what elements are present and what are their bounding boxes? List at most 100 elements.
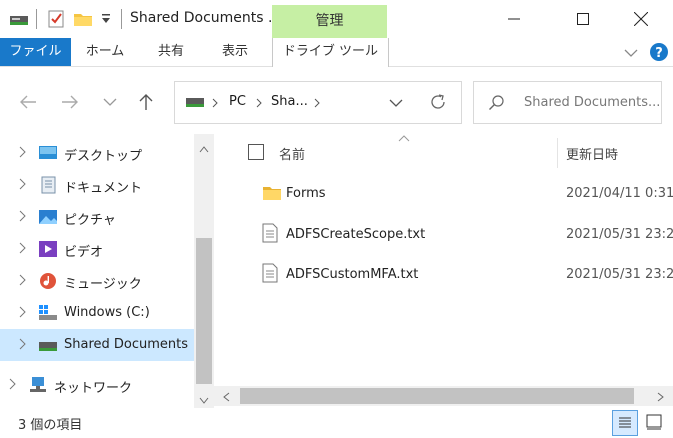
chevron-right-icon[interactable] xyxy=(18,178,26,193)
horizontal-scroll-thumb[interactable] xyxy=(240,388,634,404)
sidebar-item-label: Shared Documents xyxy=(64,337,189,352)
search-icon xyxy=(488,94,506,115)
network-icon xyxy=(28,376,48,394)
tab-view[interactable]: 表示 xyxy=(212,38,258,66)
window-title: Shared Documents ... xyxy=(130,10,282,26)
chevron-right-icon[interactable] xyxy=(18,274,26,289)
sidebar-item-label: ビデオ xyxy=(64,245,104,260)
sidebar-item-documents[interactable]: ドキュメント xyxy=(0,169,194,201)
title-separator xyxy=(36,9,37,29)
scroll-right-icon[interactable] xyxy=(657,391,665,405)
desktop-icon xyxy=(38,144,58,162)
search-placeholder: Shared Documents... xyxy=(524,95,661,110)
address-bar[interactable]: PC Sha... xyxy=(174,81,462,124)
breadcrumb-pc[interactable]: PC xyxy=(229,94,246,109)
new-folder-icon[interactable] xyxy=(73,10,93,31)
text-file-icon xyxy=(262,223,278,246)
chevron-right-icon[interactable] xyxy=(18,210,26,225)
sidebar-item-label: ピクチャ xyxy=(64,213,116,228)
sidebar-item-videos[interactable]: ビデオ xyxy=(0,233,194,265)
details-view-button[interactable] xyxy=(612,410,638,436)
folder-icon xyxy=(262,185,282,204)
drive-c-icon xyxy=(38,304,58,322)
expand-ribbon-icon[interactable] xyxy=(624,47,638,61)
network-drive-icon xyxy=(9,10,29,31)
sidebar-item-desktop[interactable]: デスクトップ xyxy=(0,137,194,169)
documents-icon xyxy=(38,176,58,194)
title-separator xyxy=(121,9,122,29)
scroll-up-icon[interactable] xyxy=(199,142,209,156)
column-header-date[interactable]: 更新日時 xyxy=(566,144,618,163)
videos-icon xyxy=(38,240,58,258)
network-drive-icon xyxy=(185,95,205,112)
chevron-down-icon xyxy=(103,98,117,106)
chevron-right-icon[interactable] xyxy=(18,146,26,161)
sidebar-item-music[interactable]: ミュージック xyxy=(0,265,194,297)
network-drive-icon xyxy=(38,336,58,354)
sidebar-item-label: ネットワーク xyxy=(54,381,133,396)
search-box[interactable]: Shared Documents... xyxy=(473,81,662,124)
svg-text:?: ? xyxy=(655,46,663,61)
tab-drive-tools[interactable]: ドライブ ツール xyxy=(272,38,389,67)
sidebar-item-label: デスクトップ xyxy=(64,149,143,164)
music-icon xyxy=(38,272,58,290)
status-bar: 3 個の項目 xyxy=(0,408,673,437)
sidebar-item-network[interactable]: ネットワーク xyxy=(0,369,184,401)
tab-share[interactable]: 共有 xyxy=(148,38,194,66)
up-button[interactable] xyxy=(132,88,160,116)
tab-file[interactable]: ファイル xyxy=(0,38,71,66)
sidebar-item-label: ミュージック xyxy=(64,277,142,292)
close-icon xyxy=(634,12,648,26)
maximize-icon xyxy=(577,13,589,25)
manage-context-tab[interactable]: 管理 xyxy=(272,5,387,38)
close-button[interactable] xyxy=(618,0,664,38)
sidebar-scroll-thumb[interactable] xyxy=(196,238,212,384)
chevron-right-icon[interactable] xyxy=(18,242,26,257)
refresh-icon[interactable] xyxy=(428,92,448,115)
minimize-icon xyxy=(508,18,520,20)
chevron-right-icon[interactable] xyxy=(8,378,16,393)
breadcrumb-shared[interactable]: Sha... xyxy=(271,94,308,109)
arrow-up-icon xyxy=(139,94,153,110)
sidebar-scrollbar[interactable] xyxy=(194,134,214,410)
file-name: Forms xyxy=(286,186,326,201)
content-horizontal-scrollbar[interactable] xyxy=(214,386,673,406)
file-date: 2021/05/31 23:2 xyxy=(566,227,673,242)
details-view-icon xyxy=(619,417,631,428)
breadcrumb-separator-icon xyxy=(211,97,219,111)
sidebar-item-windows-c[interactable]: Windows (C:) xyxy=(0,297,194,329)
ribbon-tabs: ファイル ホーム 共有 表示 ドライブ ツール ? xyxy=(0,38,673,67)
minimize-button[interactable] xyxy=(491,0,537,38)
properties-icon[interactable] xyxy=(47,10,65,31)
scroll-left-icon[interactable] xyxy=(222,391,230,405)
chevron-right-icon[interactable] xyxy=(18,338,26,353)
sidebar-item-shared-documents[interactable]: Shared Documents xyxy=(0,329,194,361)
select-all-checkbox[interactable] xyxy=(248,144,264,160)
forward-button[interactable] xyxy=(56,88,84,116)
tab-home[interactable]: ホーム xyxy=(80,38,130,66)
navigation-pane: デスクトップ ドキュメント ピクチャ ビデオ ミュージック Windows (C… xyxy=(0,134,214,410)
customize-quick-access-icon[interactable] xyxy=(100,12,112,29)
arrow-right-icon xyxy=(62,95,78,109)
sidebar-item-label: Windows (C:) xyxy=(64,305,150,320)
chevron-right-icon[interactable] xyxy=(18,306,26,321)
file-name: ADFSCustomMFA.txt xyxy=(286,267,419,282)
large-icons-view-button[interactable] xyxy=(644,412,664,435)
arrow-left-icon xyxy=(20,95,36,109)
recent-locations-button[interactable] xyxy=(96,88,124,116)
help-icon[interactable]: ? xyxy=(649,42,669,65)
item-count: 3 個の項目 xyxy=(18,418,83,433)
text-file-icon xyxy=(262,263,278,286)
pictures-icon xyxy=(38,208,58,226)
back-button[interactable] xyxy=(14,88,42,116)
maximize-button[interactable] xyxy=(560,0,606,38)
file-date: 2021/04/11 0:31 xyxy=(566,186,673,201)
sidebar-item-label: ドキュメント xyxy=(64,181,143,196)
breadcrumb-separator-icon xyxy=(255,97,263,111)
file-date: 2021/05/31 23:2 xyxy=(566,267,673,282)
sidebar-item-pictures[interactable]: ピクチャ xyxy=(0,201,194,233)
scroll-down-icon[interactable] xyxy=(199,394,209,408)
column-header-name[interactable]: 名前 xyxy=(279,144,305,163)
column-divider[interactable] xyxy=(557,138,558,168)
address-dropdown-icon[interactable] xyxy=(389,97,403,111)
